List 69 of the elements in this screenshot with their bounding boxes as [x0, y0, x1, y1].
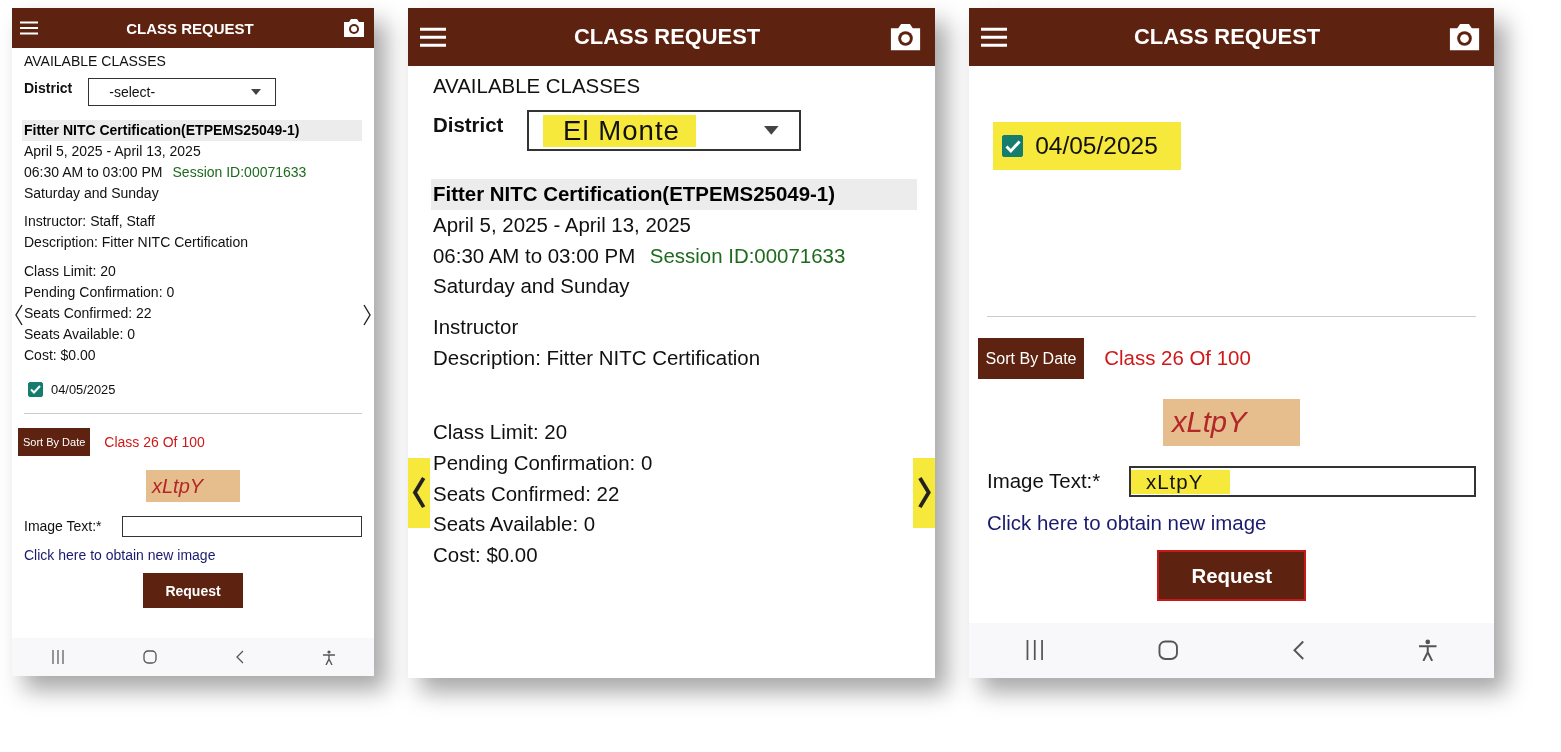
field-value: xLtpY [1131, 469, 1230, 494]
sort-button[interactable]: Sort By Date [18, 428, 91, 457]
class-stat: Class Limit: 20 [433, 419, 569, 446]
class-stat: Seats Confirmed: 22 [433, 480, 621, 507]
header-title: CLASS REQUEST [126, 19, 254, 37]
chevron-left-icon[interactable] [411, 475, 427, 511]
new-image-link[interactable]: Click here to obtain new image [987, 511, 1477, 536]
class-stat: Class Limit: 20 [24, 262, 117, 281]
class-days: Saturday and Sunday [433, 271, 918, 303]
date-checkbox[interactable] [1001, 135, 1024, 157]
image-text-label: Image Text:* [987, 468, 1101, 495]
class-stat: Cost: $0.00 [433, 542, 539, 569]
instructor-text: Instructor [433, 314, 520, 341]
class-stat: Cost: $0.00 [24, 346, 97, 365]
class-time: 06:30 AM to 03:00 PM [433, 242, 636, 269]
new-image-link[interactable]: Click here to obtain new image [24, 547, 362, 564]
sort-button[interactable]: Sort By Date [978, 337, 1084, 379]
class-name: Fitter NITC Certification(ETPEMS25049-1) [431, 179, 918, 211]
description-text: Description: Fitter NITC Certification [433, 344, 762, 371]
menu-icon[interactable] [980, 26, 1007, 48]
home-icon[interactable] [142, 650, 157, 664]
district-dropdown[interactable]: -select- [88, 78, 277, 106]
chevron-right-icon[interactable] [916, 475, 932, 511]
accessibility-icon[interactable] [1419, 639, 1437, 662]
class-counter: Class 26 Of 100 [1104, 344, 1251, 371]
caret-icon [251, 89, 262, 95]
class-dates: April 5, 2025 - April 13, 2025 [24, 142, 202, 161]
section-heading: AVAILABLE CLASSES [433, 72, 642, 99]
back-icon[interactable] [235, 650, 244, 664]
description-text: Description: Fitter NITC Certification [24, 233, 250, 252]
session-id: Session ID:00071633 [649, 242, 846, 269]
class-stat: Pending Confirmation: 0 [433, 450, 654, 477]
image-text-field[interactable] [121, 516, 362, 538]
class-stat: Pending Confirmation: 0 [24, 283, 176, 302]
instructor-text: Instructor: Staff, Staff [24, 212, 156, 231]
header-title: CLASS REQUEST [574, 24, 761, 51]
class-days: Saturday and Sunday [24, 183, 362, 204]
menu-icon[interactable] [419, 26, 446, 48]
image-text-label: Image Text:* [24, 517, 102, 537]
home-icon[interactable] [1158, 640, 1179, 661]
class-time: 06:30 AM to 03:00 PM [24, 163, 163, 182]
menu-icon[interactable] [20, 21, 38, 35]
date-label: 04/05/2025 [1035, 130, 1158, 161]
header-title: CLASS REQUEST [1134, 24, 1321, 51]
back-icon[interactable] [1293, 640, 1305, 661]
class-stat: Seats Available: 0 [24, 325, 137, 344]
section-heading: AVAILABLE CLASSES [24, 52, 167, 71]
image-text-field[interactable]: xLtpY [1129, 466, 1477, 497]
session-id: Session ID:00071633 [172, 163, 307, 182]
chevron-right-icon[interactable] [362, 303, 372, 327]
district-label: District [24, 79, 73, 98]
class-stat: Seats Available: 0 [433, 511, 597, 538]
district-dropdown[interactable]: El Monte [526, 110, 802, 152]
caret-icon [764, 126, 779, 135]
class-name: Fitter NITC Certification(ETPEMS25049-1) [22, 120, 362, 141]
camera-icon[interactable] [342, 17, 366, 39]
class-stat: Seats Confirmed: 22 [24, 304, 153, 323]
district-label: District [433, 112, 504, 139]
captcha-image: xLtpY [1163, 399, 1301, 446]
captcha-image: xLtpY [146, 470, 240, 503]
class-counter: Class 26 Of 100 [104, 432, 205, 452]
request-button[interactable]: Request [143, 573, 243, 609]
request-button[interactable]: Request [1157, 550, 1307, 602]
accessibility-icon[interactable] [322, 649, 335, 665]
date-checkbox[interactable] [28, 382, 43, 398]
recent-apps-icon[interactable] [1026, 640, 1044, 661]
class-dates: April 5, 2025 - April 13, 2025 [433, 212, 692, 239]
date-label: 04/05/2025 [51, 381, 116, 399]
chevron-left-icon[interactable] [14, 303, 24, 327]
